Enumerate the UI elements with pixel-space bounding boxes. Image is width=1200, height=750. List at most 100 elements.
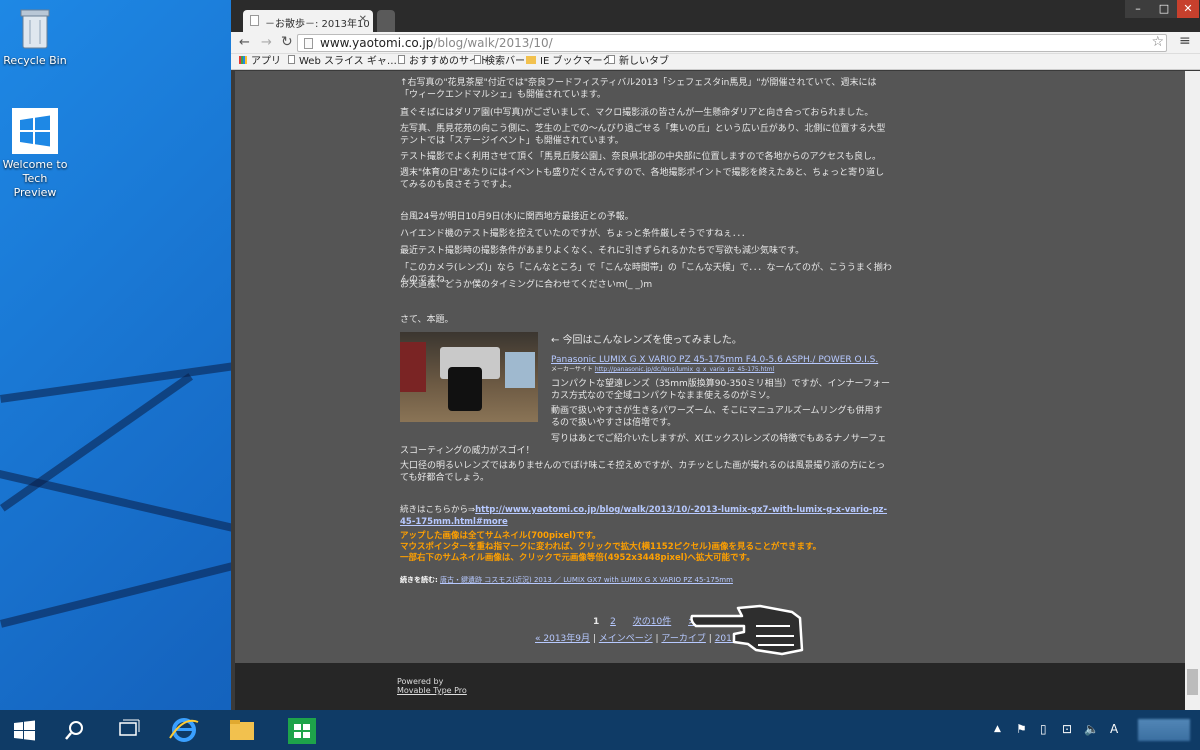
- lens-description: コンパクトな望遠レンズ（35mm版換算90-350ミリ相当）ですが、インナーフォ…: [551, 379, 890, 401]
- bookmark-new-tab[interactable]: 新しいタブ: [608, 55, 669, 69]
- file-explorer-button[interactable]: [220, 710, 264, 750]
- store-button[interactable]: [280, 710, 324, 750]
- lens-intro: ← 今回はこんなレンズを使ってみました。: [551, 335, 742, 346]
- address-bar[interactable]: www.yaotomi.co.jp/blog/walk/2013/10/ ☆: [297, 34, 1167, 52]
- note: マウスポインターを重ね指マークに変われば、クリックで拡大(横1152ピクセル)画…: [400, 542, 822, 552]
- menu-icon[interactable]: ≡: [1179, 33, 1191, 49]
- lens-description: 写りはあとでご紹介いたしますが、X(エックス)レンズの特徴でもあるナノサーフェス…: [400, 434, 887, 456]
- browser-toolbar: ← → ↻ www.yaotomi.co.jp/blog/walk/2013/1…: [231, 32, 1200, 54]
- background-object: [505, 352, 535, 388]
- page-viewport: ↑右写真の"花見茶屋"付近では"奈良フードフィスティバル2013「シェフェスタi…: [235, 71, 1185, 710]
- background-object: [400, 342, 426, 392]
- maker-site-link[interactable]: http://panasonic.jp/dc/lens/lumix_g_x_va…: [595, 366, 774, 373]
- scrollbar[interactable]: [1185, 71, 1200, 710]
- paragraph: 最近テスト撮影時の撮影条件があまりよくなく、それに引きずられるかたちで写欲も減少…: [400, 246, 805, 256]
- tab-active[interactable]: －お散歩－: 2013年10 ✕: [243, 10, 373, 32]
- close-window-button[interactable]: ✕: [1177, 0, 1199, 18]
- windows-start-icon: [14, 720, 35, 741]
- flag-icon[interactable]: ⚑: [1016, 722, 1027, 736]
- footer-powered: Powered by: [397, 677, 444, 686]
- windows-logo-icon: [12, 108, 58, 154]
- clock-blurred[interactable]: [1138, 719, 1190, 741]
- page-current: 1: [593, 617, 600, 627]
- separator: |: [655, 634, 659, 644]
- url-host: www.yaotomi.co.jp: [320, 36, 434, 50]
- paragraph: 大口径の明るいレンズではありませんのでぼけ味こそ控えめですが、カチッとした画が撮…: [400, 461, 886, 483]
- paragraph: ↑右写真の"花見茶屋"付近では"奈良フードフィスティバル2013「シェフェスタi…: [400, 78, 877, 100]
- minimize-button[interactable]: –: [1125, 0, 1151, 18]
- apps-grid-icon: [239, 56, 247, 64]
- bookmark-star-icon[interactable]: ☆: [1151, 34, 1164, 50]
- blog-content: ↑右写真の"花見茶屋"付近では"奈良フードフィスティバル2013「シェフェスタi…: [235, 71, 1185, 663]
- paragraph: お天道様、どうか僕のタイミングに合わせてくださいm(_ _)m: [400, 280, 653, 290]
- browser-window: －お散歩－: 2013年10 ✕ – □ ✕ ← → ↻ www.yaotomi…: [231, 0, 1200, 710]
- paragraph: 左写真、馬見花苑の向こう側に、芝生の上での～んびり過ごせる「集いの丘」という広い…: [400, 124, 886, 146]
- ie-taskbar-button[interactable]: [162, 710, 206, 750]
- ime-indicator[interactable]: A: [1110, 722, 1118, 736]
- recycle-bin-label: Recycle Bin: [3, 54, 67, 67]
- lens-shape: [448, 367, 482, 411]
- desktop-icon-welcome[interactable]: Welcome to Tech Preview: [0, 108, 75, 200]
- main-page-link[interactable]: メインページ: [599, 634, 653, 644]
- page-icon: [608, 55, 615, 64]
- paragraph: テスト撮影でよく利用させて頂く「馬見丘陵公園」、奈良県北部の中央部に位置しますの…: [400, 152, 882, 162]
- recycle-bin-icon: [18, 6, 52, 50]
- task-view-button[interactable]: [106, 710, 150, 750]
- bookmark-search-bar[interactable]: 検索バー: [474, 55, 525, 69]
- movable-type-link[interactable]: Movable Type Pro: [397, 686, 1185, 695]
- page-icon: [398, 55, 405, 64]
- page-icon: [250, 15, 259, 26]
- url-path: /blog/walk/2013/10/: [433, 36, 553, 50]
- maker-site-line: メーカーサイト http://panasonic.jp/dc/lens/lumi…: [551, 366, 775, 373]
- maximize-button[interactable]: □: [1151, 0, 1177, 18]
- tab-title: －お散歩－: 2013年10: [265, 19, 370, 30]
- bookmark-apps[interactable]: アプリ: [239, 55, 281, 69]
- paragraph: 週末"体育の日"あたりにはイベントも盛りだくさんですので、各地撮影ポイントで撮影…: [400, 168, 885, 190]
- close-tab-icon[interactable]: ✕: [359, 14, 367, 25]
- desktop-icon-recycle-bin[interactable]: Recycle Bin: [0, 6, 75, 68]
- hand-pointer-icon: [690, 604, 810, 660]
- lens-photo[interactable]: [400, 332, 538, 422]
- search-button[interactable]: [52, 710, 96, 750]
- network-icon[interactable]: ⊡: [1062, 722, 1072, 736]
- continue-reading-link[interactable]: 唐古・鍵遺跡 コスモス(近況) 2013 ／ LUMIX GX7 with LU…: [440, 576, 733, 584]
- power-icon[interactable]: ▯: [1040, 722, 1047, 736]
- task-view-icon: [119, 719, 140, 736]
- bookmarks-bar: アプリ Web スライス ギャ… おすすめのサイト 検索バー IE ブックマーク…: [231, 54, 1200, 70]
- continue-reading: 続きを読む: 唐古・鍵遺跡 コスモス(近況) 2013 ／ LUMIX GX7 …: [400, 576, 733, 584]
- page-2-link[interactable]: 2: [610, 617, 616, 627]
- scrollbar-thumb[interactable]: [1187, 669, 1198, 695]
- forward-icon[interactable]: →: [261, 35, 272, 50]
- continue-line: 続きはこちらから⇒http://www.yaotomi.co.jp/blog/w…: [400, 505, 888, 527]
- paragraph: 直ぐそばにはダリア園(中写真)がございまして、マクロ撮影派の皆さんが一生懸命ダリ…: [400, 108, 874, 118]
- internet-explorer-icon: [169, 718, 199, 742]
- lens-description: 動画で扱いやすさが生きるパワーズーム、そこにマニュアルズームリングも併用するので…: [551, 406, 883, 428]
- blog-footer: Powered by Movable Type Pro: [235, 663, 1185, 710]
- folder-icon: [526, 56, 536, 64]
- paragraph: ハイエンド機のテスト撮影を控えていたのですが、ちょっと条件厳しそうですねぇ．．．: [400, 229, 751, 239]
- show-hidden-icons[interactable]: ▲: [994, 724, 1001, 734]
- page-icon: [288, 55, 295, 64]
- browser-titlebar: －お散歩－: 2013年10 ✕ – □ ✕: [231, 0, 1200, 32]
- start-button[interactable]: [2, 710, 46, 750]
- folder-icon: [230, 720, 254, 740]
- lens-name-link[interactable]: Panasonic LUMIX G X VARIO PZ 45-175mm F4…: [551, 354, 891, 366]
- bookmark-web-slice[interactable]: Web スライス ギャ…: [288, 55, 397, 69]
- search-icon: [65, 721, 83, 740]
- prev-month-link[interactable]: « 2013年9月: [535, 634, 590, 644]
- page-icon: [474, 55, 481, 64]
- page-icon: [304, 38, 313, 49]
- new-tab-button[interactable]: [377, 10, 395, 32]
- paragraph: 台風24号が明日10月9日(水)に関西地方最接近との予報。: [400, 212, 634, 222]
- note: 一部右下のサムネイル画像は、クリックで元画像等倍(4952x3448pixel)…: [400, 553, 755, 563]
- reload-icon[interactable]: ↻: [281, 34, 293, 50]
- taskbar: ▲ ⚑ ▯ ⊡ 🔈 A: [0, 710, 1200, 750]
- note: アップした画像は全てサムネイル(700pixel)です。: [400, 531, 601, 541]
- bookmark-ie-folder[interactable]: IE ブックマーク: [526, 55, 612, 69]
- separator: |: [592, 634, 596, 644]
- pagination: 1 2 次の10件 >>: [593, 614, 703, 627]
- volume-icon[interactable]: 🔈: [1084, 722, 1099, 736]
- back-icon[interactable]: ←: [239, 35, 250, 50]
- paragraph: さて、本題。: [400, 315, 454, 325]
- next-page-link[interactable]: 次の10件: [633, 617, 671, 627]
